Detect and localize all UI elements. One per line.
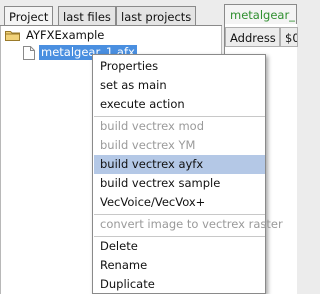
tree-item-project-label: AYFXExample — [26, 28, 105, 42]
menu-item-build-vectrex-sample[interactable]: build vectrex sample — [94, 174, 265, 193]
folder-icon — [5, 30, 20, 41]
column-header-value[interactable]: $0 — [280, 27, 298, 47]
menu-item-execute-action[interactable]: execute action — [94, 95, 265, 114]
column-header-address[interactable]: Address — [225, 27, 280, 47]
tab-last-projects[interactable]: last projects — [116, 6, 197, 26]
editor-tab[interactable]: metalgear_1 — [224, 4, 297, 24]
menu-item-build-vectrex-ayfx[interactable]: build vectrex ayfx — [94, 155, 265, 174]
tab-last-files[interactable]: last files — [58, 6, 116, 26]
menu-item-delete[interactable]: Delete — [94, 237, 265, 256]
context-menu: Properties set as main execute action bu… — [92, 54, 283, 294]
menu-item-build-vectrex-ym[interactable]: build vectrex YM — [94, 136, 265, 155]
project-tab-strip: Project last files last projects — [0, 6, 222, 26]
tree-item-project[interactable]: AYFXExample — [5, 27, 106, 44]
file-icon — [23, 45, 35, 60]
menu-item-properties[interactable]: Properties — [94, 57, 265, 76]
menu-item-rename[interactable]: Rename — [94, 256, 265, 275]
menu-item-duplicate[interactable]: Duplicate — [94, 275, 265, 294]
menu-item-convert-image[interactable]: convert image to vectrex raster — [94, 215, 283, 234]
menu-item-set-as-main[interactable]: set as main — [94, 76, 265, 95]
menu-item-build-vectrex-mod[interactable]: build vectrex mod — [94, 117, 265, 136]
tab-project[interactable]: Project — [4, 6, 54, 26]
menu-item-vecvoice[interactable]: VecVoice/VecVox+ — [94, 193, 265, 212]
